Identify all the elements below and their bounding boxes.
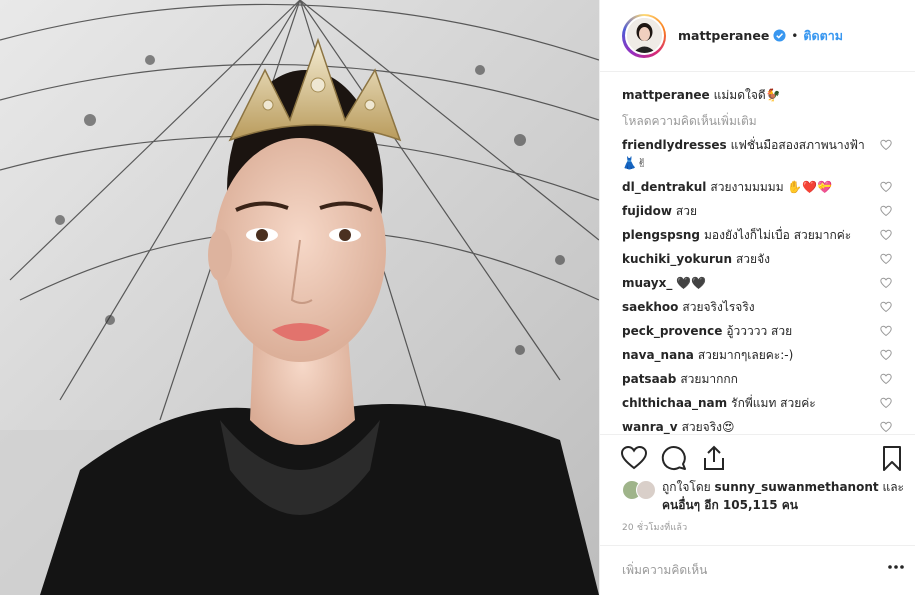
liker-avatar[interactable] <box>636 480 656 500</box>
comment-row: saekhoo สวยจริงไรจริง <box>622 298 894 316</box>
comment-like-heart-icon[interactable] <box>880 181 892 193</box>
comment-row: dl_dentrakul สวยงามมมมม ✋❤️💝 <box>622 178 894 196</box>
comment-like-heart-icon[interactable] <box>880 397 892 409</box>
comment-like-heart-icon[interactable] <box>880 229 892 241</box>
comment-text: 🖤🖤 <box>676 276 707 290</box>
liker-username[interactable]: sunny_suwanmethanont <box>715 480 879 494</box>
verified-badge-icon <box>773 29 786 42</box>
author-username[interactable]: mattperanee <box>678 28 769 43</box>
follow-button[interactable]: ติดตาม <box>803 26 843 46</box>
author-avatar-ring[interactable] <box>622 13 666 58</box>
comment-row: kuchiki_yokurun สวยจัง <box>622 250 894 268</box>
add-comment-input[interactable] <box>622 560 872 580</box>
comment-row: peck_provence อู้ววววว สวย <box>622 322 894 340</box>
share-icon[interactable] <box>700 444 728 472</box>
comment-text: สวยจัง <box>735 252 770 266</box>
bookmark-icon[interactable] <box>878 444 906 472</box>
comment-like-heart-icon[interactable] <box>880 349 892 361</box>
comment-row: nava_nana สวยมากๆเลยคะ:-) <box>622 346 894 364</box>
comment-like-heart-icon[interactable] <box>880 421 892 433</box>
comment-text: รักพี่แมท สวยค่ะ <box>731 396 816 410</box>
likes-others-link[interactable]: คนอื่นๆ อีก 105,115 คน <box>662 498 798 512</box>
comment-row: wanra_v สวยจริง😍 <box>622 418 894 434</box>
comment-username[interactable]: dl_dentrakul <box>622 180 706 194</box>
comment-text: สวยงามมมมม ✋❤️💝 <box>710 180 833 194</box>
comment-like-heart-icon[interactable] <box>880 205 892 217</box>
comment-text: สวยจริง😍 <box>681 420 735 434</box>
comment-like-heart-icon[interactable] <box>880 325 892 337</box>
comment-username[interactable]: patsaab <box>622 372 676 386</box>
load-more-comments-button[interactable]: โหลดความคิดเห็นเพิ่มเติม <box>622 112 894 130</box>
comment-username[interactable]: muayx_ <box>622 276 672 290</box>
comment-like-heart-icon[interactable] <box>880 253 892 265</box>
comments-list[interactable]: mattperanee แม่มดใจดี🐓 โหลดความคิดเห็นเพิ… <box>600 72 915 434</box>
comment-row: fujidow สวย <box>622 202 894 220</box>
action-bar <box>600 434 915 478</box>
likes-summary: ถูกใจโดย sunny_suwanmethanont และ คนอื่น… <box>622 478 912 514</box>
post-caption: mattperanee แม่มดใจดี🐓 <box>622 86 894 104</box>
more-options-icon[interactable] <box>888 564 904 570</box>
comment-username[interactable]: friendlydresses <box>622 138 727 152</box>
portrait-image <box>0 0 599 595</box>
add-comment-section <box>600 545 915 595</box>
comment-row: chlthichaa_nam รักพี่แมท สวยค่ะ <box>622 394 894 412</box>
likes-middle: และ <box>882 480 904 494</box>
author-avatar[interactable] <box>624 16 664 55</box>
comment-row: patsaab สวยมากกก <box>622 370 894 388</box>
likes-prefix: ถูกใจโดย <box>662 480 711 494</box>
comment-username[interactable]: chlthichaa_nam <box>622 396 727 410</box>
comment-text: สวยมากกก <box>680 372 738 386</box>
comment-text: อู้ววววว สวย <box>726 324 793 338</box>
comment-text: สวยจริงไรจริง <box>682 300 755 314</box>
comment-text: มองยังไงก็ไม่เบื่อ สวยมากค่ะ <box>703 228 852 242</box>
caption-username[interactable]: mattperanee <box>622 88 710 102</box>
comment-like-heart-icon[interactable] <box>880 373 892 385</box>
comment-icon[interactable] <box>660 444 688 472</box>
comment-username[interactable]: wanra_v <box>622 420 678 434</box>
caption-text: แม่มดใจดี🐓 <box>713 88 781 102</box>
comment-like-heart-icon[interactable] <box>880 139 892 151</box>
comment-row: friendlydresses แฟชั่นมือสองสภาพนางฟ้า 👗✌ <box>622 136 894 172</box>
comment-username[interactable]: nava_nana <box>622 348 694 362</box>
post-timestamp[interactable]: 20 ชั่วโมงที่แล้ว <box>622 520 687 534</box>
heart-icon[interactable] <box>620 444 648 472</box>
comment-text: สวย <box>675 204 698 218</box>
comment-like-heart-icon[interactable] <box>880 301 892 313</box>
comment-row: plengspsng มองยังไงก็ไม่เบื่อ สวยมากค่ะ <box>622 226 894 244</box>
comment-like-heart-icon[interactable] <box>880 277 892 289</box>
comment-username[interactable]: kuchiki_yokurun <box>622 252 732 266</box>
separator-dot: • <box>791 28 799 43</box>
comment-username[interactable]: saekhoo <box>622 300 678 314</box>
comment-username[interactable]: fujidow <box>622 204 672 218</box>
post-sidebar: mattperanee • ติดตาม mattperanee แม่มดใจด… <box>599 0 915 595</box>
post-photo[interactable] <box>0 0 599 595</box>
comment-row: muayx_ 🖤🖤 <box>622 274 894 292</box>
comment-username[interactable]: peck_provence <box>622 324 722 338</box>
comment-username[interactable]: plengspsng <box>622 228 700 242</box>
comment-text: สวยมากๆเลยคะ:-) <box>697 348 794 362</box>
post-header: mattperanee • ติดตาม <box>600 0 915 72</box>
avatar-image <box>626 18 662 53</box>
